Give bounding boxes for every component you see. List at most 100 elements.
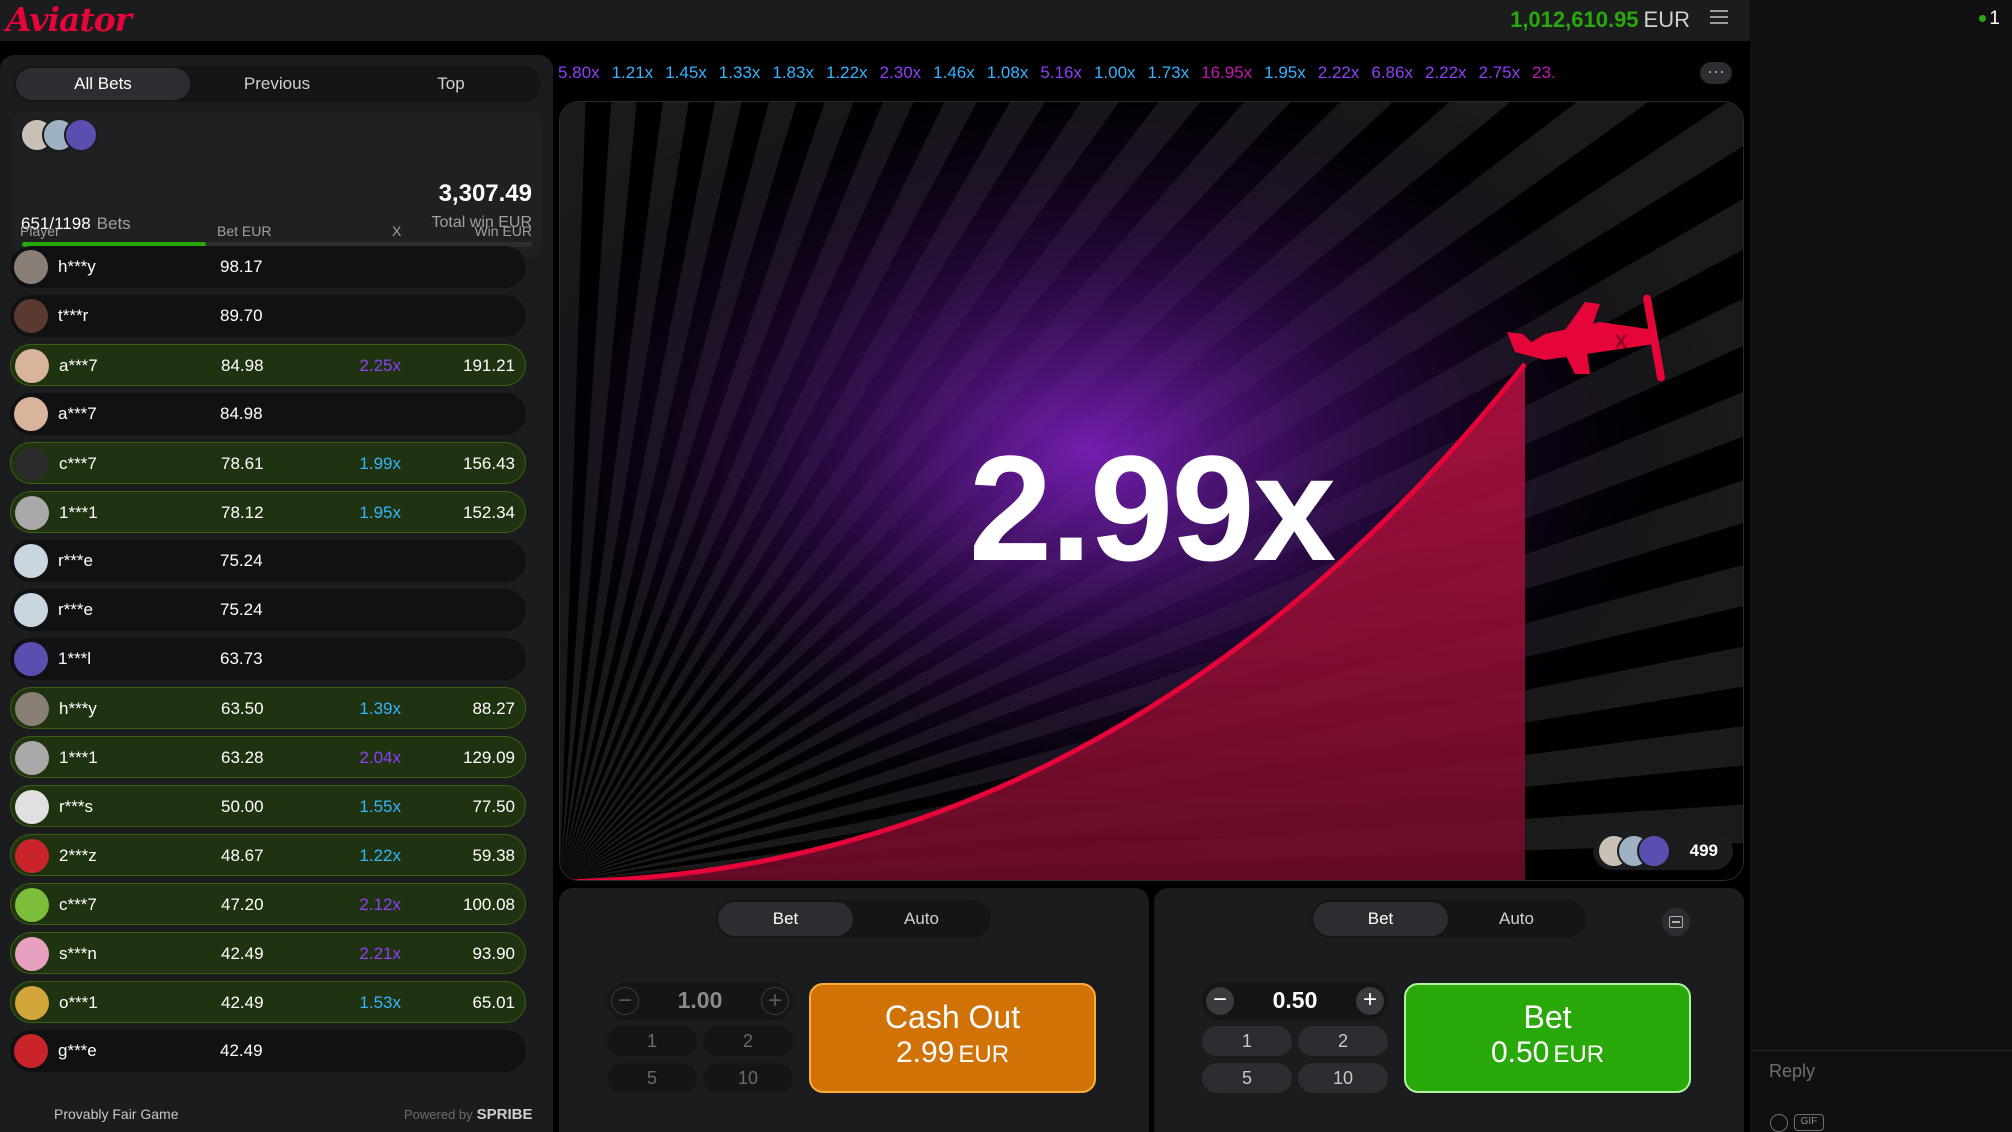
column-player: Player bbox=[20, 223, 60, 239]
bets-table-header: Player Bet EUR X Win EUR bbox=[20, 223, 532, 243]
quick-stake-5[interactable]: 5 bbox=[1202, 1063, 1292, 1093]
player-name: h***y bbox=[59, 699, 97, 718]
history-multiplier[interactable]: 2.75x bbox=[1479, 55, 1521, 91]
win-amount: 88.27 bbox=[472, 699, 515, 718]
bet-amount: 75.24 bbox=[220, 600, 263, 619]
table-row: o***1 42.49 1.53x 65.01 bbox=[10, 981, 526, 1023]
bet-amount: 48.67 bbox=[221, 846, 264, 865]
table-row: 1***1 78.12 1.95x 152.34 bbox=[10, 491, 526, 533]
player-name: 1***1 bbox=[59, 748, 98, 767]
bet-amount: 84.98 bbox=[221, 356, 264, 375]
stake-value[interactable]: 1.00 bbox=[647, 987, 753, 1014]
history-multiplier[interactable]: 1.73x bbox=[1148, 55, 1190, 91]
table-row: a***7 84.98 bbox=[10, 393, 526, 435]
tab-bet[interactable]: Bet bbox=[718, 902, 853, 936]
table-row: 1***l 63.73 bbox=[10, 638, 526, 680]
history-multiplier[interactable]: 1.33x bbox=[719, 55, 761, 91]
remove-panel-icon[interactable] bbox=[1662, 908, 1690, 936]
balance-amount: 1,012,610.95 bbox=[1510, 7, 1639, 32]
tab-all-bets[interactable]: All Bets bbox=[16, 68, 190, 100]
avatar bbox=[14, 299, 48, 333]
gif-icon[interactable]: GIF bbox=[1794, 1114, 1824, 1131]
bet-amount: 50.00 bbox=[221, 797, 264, 816]
history-multiplier[interactable]: 1.08x bbox=[987, 55, 1029, 91]
chat-reply-box[interactable]: Reply GIF bbox=[1752, 1050, 2012, 1132]
quick-stake-5[interactable]: 5 bbox=[607, 1063, 697, 1093]
table-row: h***y 98.17 bbox=[10, 246, 526, 288]
history-more-button[interactable]: ··· bbox=[1700, 62, 1732, 84]
bet-amount: 42.49 bbox=[220, 1041, 263, 1060]
history-multiplier[interactable]: 23. bbox=[1532, 55, 1556, 91]
history-multiplier[interactable]: 1.22x bbox=[826, 55, 868, 91]
history-multiplier[interactable]: 5.16x bbox=[1040, 55, 1082, 91]
player-name: 2***z bbox=[59, 846, 97, 865]
quick-stake-1[interactable]: 1 bbox=[1202, 1026, 1292, 1056]
current-multiplier: 2.99x bbox=[968, 424, 1336, 592]
stake-stepper: − 1.00 + bbox=[607, 982, 793, 1020]
quick-stake-1[interactable]: 1 bbox=[607, 1026, 697, 1056]
reply-input[interactable]: Reply bbox=[1769, 1061, 1815, 1082]
history-multiplier[interactable]: 5.80x bbox=[558, 55, 600, 91]
column-bet: Bet EUR bbox=[217, 223, 272, 239]
history-multiplier[interactable]: 1.95x bbox=[1264, 55, 1306, 91]
history-multiplier[interactable]: 2.22x bbox=[1318, 55, 1360, 91]
decrease-stake-button[interactable]: − bbox=[1206, 987, 1234, 1015]
multiplier-history: 5.80x 1.21x 1.45x 1.33x 1.83x 1.22x 2.30x 1.46x… bbox=[558, 55, 1773, 91]
tab-bet[interactable]: Bet bbox=[1313, 902, 1448, 936]
powered-by: Powered by SPRIBE bbox=[404, 1106, 533, 1123]
spribe-logo: SPRIBE bbox=[476, 1106, 533, 1123]
bet-amount: 89.70 bbox=[220, 306, 263, 325]
history-multiplier[interactable]: 1.45x bbox=[665, 55, 707, 91]
avatar bbox=[15, 741, 49, 775]
cashout-multiplier: 1.55x bbox=[359, 797, 401, 816]
place-bet-button[interactable]: Bet 0.50 EUR bbox=[1404, 983, 1691, 1093]
stake-value[interactable]: 0.50 bbox=[1242, 987, 1348, 1014]
win-amount: 100.08 bbox=[463, 895, 515, 914]
increase-stake-button[interactable]: + bbox=[1356, 987, 1384, 1015]
hamburger-menu-icon[interactable] bbox=[1710, 10, 1728, 26]
online-players-badge[interactable]: 499 bbox=[1593, 832, 1733, 870]
aviator-logo[interactable]: Aviator bbox=[6, 0, 132, 39]
table-row: g***e 42.49 bbox=[10, 1030, 526, 1072]
quick-stake-10[interactable]: 10 bbox=[703, 1063, 793, 1093]
tab-previous[interactable]: Previous bbox=[190, 68, 364, 100]
quick-stake-2[interactable]: 2 bbox=[1298, 1026, 1388, 1056]
player-name: h***y bbox=[58, 257, 96, 276]
emoji-icon[interactable] bbox=[1770, 1114, 1788, 1132]
tab-top[interactable]: Top bbox=[364, 68, 538, 100]
avatar bbox=[14, 593, 48, 627]
avatar bbox=[14, 1034, 48, 1068]
history-multiplier[interactable]: 6.86x bbox=[1371, 55, 1413, 91]
tab-auto[interactable]: Auto bbox=[1449, 902, 1584, 936]
history-multiplier[interactable]: 2.22x bbox=[1425, 55, 1467, 91]
quick-stake-10[interactable]: 10 bbox=[1298, 1063, 1388, 1093]
history-multiplier[interactable]: 2.30x bbox=[880, 55, 922, 91]
avatar bbox=[15, 790, 49, 824]
bet-panel-2: Bet Auto − 0.50 + 1 2 5 10 Bet 0.50 EUR bbox=[1154, 888, 1744, 1132]
increase-stake-button[interactable]: + bbox=[761, 987, 789, 1015]
win-amount: 59.38 bbox=[472, 846, 515, 865]
bet-amount: 98.17 bbox=[220, 257, 263, 276]
history-multiplier[interactable]: 1.00x bbox=[1094, 55, 1136, 91]
tab-auto[interactable]: Auto bbox=[854, 902, 989, 936]
history-multiplier[interactable]: 1.83x bbox=[772, 55, 814, 91]
avatar bbox=[14, 544, 48, 578]
history-multiplier[interactable]: 1.46x bbox=[933, 55, 975, 91]
cash-out-button[interactable]: Cash Out 2.99 EUR bbox=[809, 983, 1096, 1093]
player-name: a***7 bbox=[58, 404, 97, 423]
history-multiplier[interactable]: 16.95x bbox=[1201, 55, 1252, 91]
avatar bbox=[15, 349, 49, 383]
table-row: h***y 63.50 1.39x 88.27 bbox=[10, 687, 526, 729]
avatar bbox=[15, 937, 49, 971]
history-multiplier[interactable]: 1.21x bbox=[612, 55, 654, 91]
column-x: X bbox=[392, 223, 402, 239]
quick-stake-2[interactable]: 2 bbox=[703, 1026, 793, 1056]
chat-sidebar: 1 bbox=[1750, 0, 2012, 1132]
decrease-stake-button[interactable]: − bbox=[611, 987, 639, 1015]
bet-panel-1: Bet Auto − 1.00 + 1 2 5 10 Cash Out 2.99… bbox=[559, 888, 1149, 1132]
avatar bbox=[15, 888, 49, 922]
cashout-multiplier: 1.99x bbox=[359, 454, 401, 473]
provably-fair-link[interactable]: Provably Fair Game bbox=[54, 1106, 178, 1122]
avatar bbox=[14, 250, 48, 284]
avatar bbox=[14, 642, 48, 676]
